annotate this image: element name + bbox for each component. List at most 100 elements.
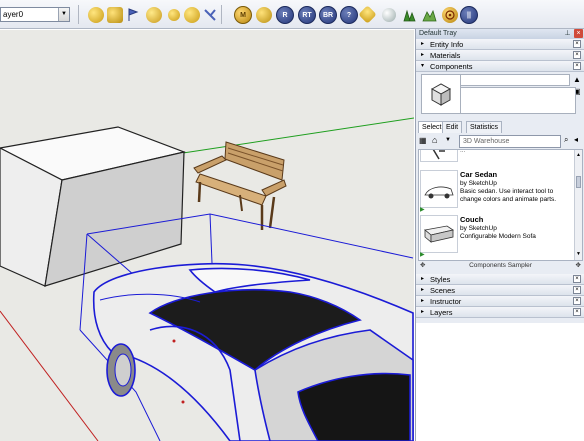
model-viewport[interactable] [0, 30, 414, 441]
search-icon[interactable]: ⌕ [564, 135, 568, 145]
list-scrollbar[interactable]: ▲ ▼ [574, 150, 582, 260]
tray-title-text: Default Tray [419, 30, 457, 37]
item-thumbnail [420, 170, 458, 208]
panel-materials[interactable]: ▸ Materials × [416, 50, 584, 61]
close-panel-icon[interactable]: × [573, 297, 581, 305]
panel-label: Instructor [430, 297, 462, 306]
flag-icon[interactable] [125, 7, 141, 23]
pause-icon[interactable]: || [460, 6, 478, 24]
view-button-r[interactable]: R [276, 6, 294, 24]
tab-statistics[interactable]: Statistics [466, 121, 503, 133]
panel-label: Styles [430, 275, 451, 284]
panel-components[interactable]: ▾ Components × [416, 61, 584, 72]
move-icon[interactable] [256, 7, 272, 23]
landscape-icon[interactable] [421, 7, 437, 23]
expand-arrow-icon: ▸ [421, 41, 425, 47]
item-title: Couch [460, 215, 484, 224]
expand-arrow-icon: ▸ [421, 287, 425, 293]
scroll-down-icon[interactable]: ▼ [576, 251, 581, 257]
origin-marker [172, 339, 176, 343]
scroll-up-icon[interactable]: ▲ [576, 152, 581, 158]
tray-empty-area [416, 323, 584, 441]
download-icon[interactable]: ▶ [420, 251, 425, 258]
target-icon[interactable] [442, 7, 458, 23]
list-item[interactable]: Couch by SketchUp Configurable Modern So… [419, 215, 577, 259]
view-button-m[interactable]: M [234, 6, 252, 24]
sphere-icon[interactable] [382, 8, 396, 22]
chevron-down-icon[interactable]: ▼ [445, 137, 451, 143]
tray-side-icon[interactable]: ▲ [573, 75, 581, 84]
component-description-field[interactable] [460, 87, 576, 114]
section-cut-icon[interactable] [184, 7, 200, 23]
toolbar-separator [221, 5, 222, 24]
item-description: Basic sedan. Use interact tool to change… [460, 188, 557, 203]
details-icon[interactable]: ◂ [574, 135, 578, 144]
toolbar-separator [78, 5, 79, 24]
close-icon[interactable]: × [574, 29, 583, 38]
walk-icon[interactable] [202, 7, 218, 23]
panel-label: Layers [430, 308, 453, 317]
default-tray: Default Tray ⊥ × ▸ Entity Info × ▸ Mater… [415, 29, 584, 441]
scene-canvas [0, 117, 414, 441]
item-description: ... [460, 149, 466, 154]
close-panel-icon[interactable]: × [573, 40, 581, 48]
view-button-rt[interactable]: RT [298, 6, 316, 24]
list-item[interactable]: ... [419, 149, 577, 162]
expand-arrow-icon: ▸ [421, 52, 425, 58]
chevron-down-icon[interactable]: ▼ [58, 8, 69, 21]
layer-select[interactable]: ayer0 ▼ [0, 7, 70, 22]
lower-panels: ▸ Styles × ▸ Scenes × ▸ Instructor × ▸ L… [416, 274, 584, 318]
box-geometry[interactable] [0, 126, 187, 287]
expand-arrow-icon: ▸ [421, 276, 425, 282]
panel-scenes[interactable]: ▸ Scenes × [416, 285, 584, 296]
close-panel-icon[interactable]: × [573, 62, 581, 70]
list-item[interactable]: Car Sedan by SketchUp Basic sedan. Use i… [419, 170, 577, 214]
couch-thumbnail-icon [424, 225, 454, 243]
component-list: ... Car Sedan by SketchUp Basic sedan. U… [418, 149, 583, 261]
panel-styles[interactable]: ▸ Styles × [416, 274, 584, 285]
component-preview [421, 74, 461, 114]
panel-entity-info[interactable]: ▸ Entity Info × [416, 39, 584, 50]
panel-label: Entity Info [430, 40, 464, 49]
move-handle-icon[interactable]: ✥ [420, 260, 425, 271]
red-axis [0, 310, 99, 441]
item-author: by SketchUp [460, 180, 497, 187]
download-icon[interactable]: ▶ [420, 206, 425, 213]
item-description: Configurable Modern Sofa [460, 233, 536, 240]
fog-icon[interactable] [146, 7, 162, 23]
move-handle-icon[interactable]: ✥ [576, 260, 581, 271]
green-axis [149, 117, 414, 159]
tag-icon[interactable] [358, 5, 377, 24]
sampler-label: Components Sampler [469, 262, 532, 269]
bench-component[interactable] [193, 141, 287, 230]
item-author: by SketchUp [460, 225, 497, 232]
close-panel-icon[interactable]: × [573, 51, 581, 59]
panel-layers[interactable]: ▸ Layers × [416, 307, 584, 318]
search-input[interactable]: 3D Warehouse [459, 135, 561, 148]
display-options-icon[interactable]: ▦ [419, 136, 427, 145]
section-plane-icon[interactable] [168, 9, 180, 21]
trees-icon[interactable] [401, 7, 417, 23]
layer-select-value: ayer0 [3, 10, 24, 19]
home-icon[interactable]: ⌂ [432, 135, 437, 145]
help-icon[interactable]: ? [340, 6, 358, 24]
close-panel-icon[interactable]: × [573, 275, 581, 283]
panel-instructor[interactable]: ▸ Instructor × [416, 296, 584, 307]
panel-label: Materials [430, 51, 461, 60]
car-thumbnail-icon [424, 186, 454, 199]
component-name-field[interactable] [460, 74, 570, 86]
view-button-br[interactable]: BR [319, 6, 337, 24]
components-sampler[interactable]: ✥ Components Sampler ✥ [418, 260, 583, 271]
scrollbar-thumb[interactable] [576, 176, 581, 188]
expand-arrow-icon: ▸ [421, 309, 425, 315]
pin-icon[interactable]: ⊥ [563, 29, 572, 38]
cube-icon [430, 83, 452, 106]
shadow-settings-icon[interactable] [107, 7, 123, 23]
car-sedan-component[interactable] [92, 262, 414, 441]
close-panel-icon[interactable]: × [573, 308, 581, 316]
origin-marker [181, 400, 185, 404]
sun-icon[interactable] [88, 7, 104, 23]
close-panel-icon[interactable]: × [573, 286, 581, 294]
tab-edit[interactable]: Edit [442, 121, 463, 133]
tray-title: Default Tray ⊥ × [416, 29, 584, 39]
